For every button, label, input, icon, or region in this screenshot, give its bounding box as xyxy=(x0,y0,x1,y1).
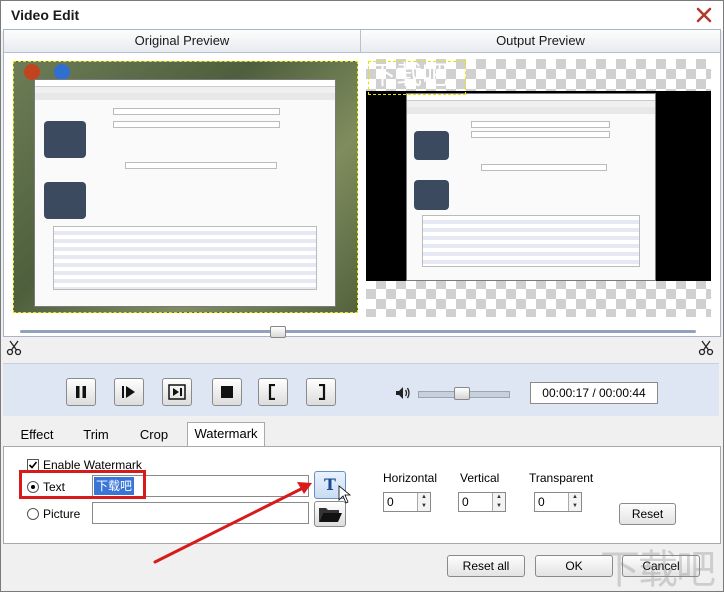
preview-pane: Original Preview Output Preview 下载吧 xyxy=(3,29,721,337)
vertical-spinner[interactable]: 0 ▲ ▼ xyxy=(458,492,506,512)
check-icon xyxy=(28,461,38,469)
timeline-track[interactable] xyxy=(20,330,696,333)
play-to-end-icon xyxy=(168,384,186,400)
horizontal-spinner[interactable]: 0 ▲ ▼ xyxy=(383,492,431,512)
mark-out-button[interactable] xyxy=(306,378,336,406)
tab-trim[interactable]: Trim xyxy=(71,424,121,446)
vertical-value: 0 xyxy=(462,495,469,509)
scissor-icon[interactable] xyxy=(6,340,22,356)
mark-in-icon xyxy=(268,384,275,400)
original-preview-header: Original Preview xyxy=(4,30,361,53)
play-to-end-button[interactable] xyxy=(162,378,192,406)
horizontal-label: Horizontal xyxy=(383,471,438,485)
original-preview-video xyxy=(13,61,358,313)
folder-open-icon xyxy=(319,508,342,522)
horizontal-value: 0 xyxy=(387,495,394,509)
desktop-icon xyxy=(54,64,70,80)
vertical-label: Vertical xyxy=(460,471,500,485)
transparent-value: 0 xyxy=(538,495,545,509)
spinner-arrows[interactable]: ▲ ▼ xyxy=(492,493,505,511)
output-preview-video: 下载吧 xyxy=(366,59,711,317)
browse-picture-button[interactable] xyxy=(314,501,346,527)
transparent-label: Transparent xyxy=(529,471,594,485)
site-watermark-logo: 下载吧 xyxy=(600,547,716,593)
pause-button[interactable] xyxy=(66,378,96,406)
stop-icon xyxy=(221,386,233,398)
mark-out-icon xyxy=(319,384,326,400)
app-screenshot-output xyxy=(406,93,656,281)
mark-in-button[interactable] xyxy=(258,378,288,406)
text-t-icon: T xyxy=(324,475,336,494)
text-font-button[interactable]: T xyxy=(314,471,346,499)
close-icon[interactable] xyxy=(695,6,713,24)
next-frame-icon xyxy=(122,386,135,398)
tab-watermark[interactable]: Watermark xyxy=(187,422,265,447)
edit-tabs: Effect Trim Crop Watermark xyxy=(3,422,719,447)
volume-slider-thumb[interactable] xyxy=(454,387,470,400)
time-display: 00:00:17 / 00:00:44 xyxy=(530,382,658,404)
output-preview-header: Output Preview xyxy=(361,30,720,53)
picture-radio-label: Picture xyxy=(43,507,81,521)
desktop-icon xyxy=(24,64,40,80)
next-frame-button[interactable] xyxy=(114,378,144,406)
app-screenshot-original xyxy=(34,79,336,307)
reset-button[interactable]: Reset xyxy=(619,503,676,525)
picture-radio[interactable] xyxy=(27,508,39,520)
spinner-arrows[interactable]: ▲ ▼ xyxy=(417,493,430,511)
title-bar: Video Edit xyxy=(1,1,723,31)
stop-button[interactable] xyxy=(212,378,242,406)
pause-icon xyxy=(76,386,86,398)
timeline-thumb[interactable] xyxy=(270,326,286,338)
tab-effect[interactable]: Effect xyxy=(11,424,63,446)
tab-crop[interactable]: Crop xyxy=(129,424,179,446)
window-title: Video Edit xyxy=(11,7,80,23)
spinner-arrows[interactable]: ▲ ▼ xyxy=(568,493,581,511)
transparent-spinner[interactable]: 0 ▲ ▼ xyxy=(534,492,582,512)
annotation-highlight-box xyxy=(19,470,146,499)
watermark-preview-text[interactable]: 下载吧 xyxy=(370,61,448,91)
reset-all-button[interactable]: Reset all xyxy=(447,555,525,577)
volume-icon[interactable] xyxy=(395,385,411,401)
picture-path-input[interactable] xyxy=(92,502,309,524)
scissor-icon[interactable] xyxy=(698,340,714,356)
